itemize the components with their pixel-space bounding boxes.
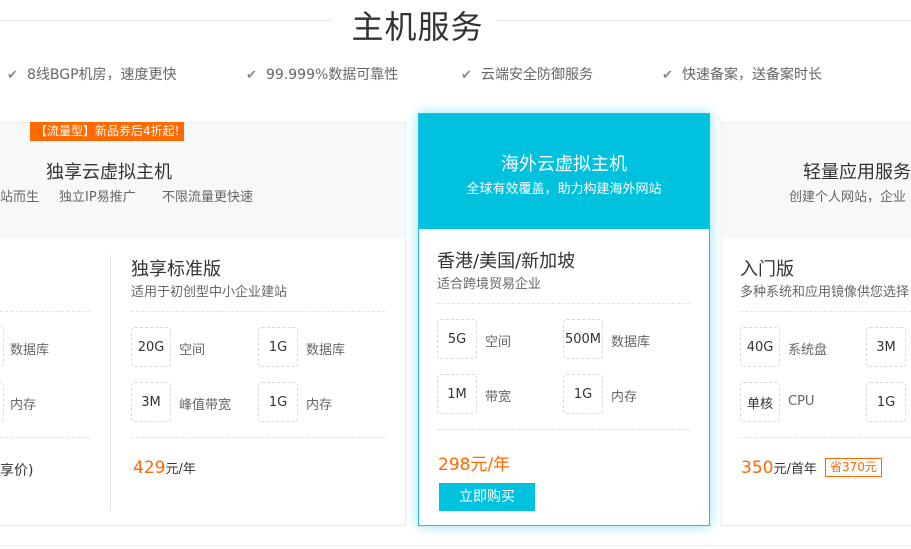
spec-value-box: 40G — [740, 327, 780, 367]
spec-value-box: 3M — [866, 327, 906, 367]
price-note: 享价) — [0, 463, 34, 479]
spec-label: 数据库 — [611, 335, 651, 350]
spec-label: 内存 — [611, 390, 638, 405]
buy-now-button[interactable]: 立即购买 — [439, 483, 535, 511]
spec-label: 峰值带宽 — [179, 398, 232, 413]
card-subtitle: 创建个人网站，企业 — [789, 190, 907, 205]
page-title: 主机服务 — [351, 8, 484, 46]
feature-text: 云端安全防御服务 — [481, 67, 593, 83]
spec-label: CPU — [788, 394, 815, 409]
card-subtitle: 全球有效覆盖，助力构建海外网站 — [466, 182, 662, 197]
feature-text: 8线BGP机房，速度更快 — [27, 67, 177, 83]
divider — [131, 311, 385, 312]
card-title: 海外云虚拟主机 — [501, 154, 627, 175]
divider — [0, 437, 90, 438]
price-amount: 298 — [438, 455, 471, 475]
price-amount: 429 — [133, 458, 166, 478]
spec-box — [0, 327, 4, 367]
plan-name: 入门版 — [740, 259, 794, 280]
spec-value-box: 1G — [866, 382, 906, 422]
spec-label: 数据库 — [306, 343, 346, 358]
plan-price: 429元/年 — [133, 458, 196, 478]
spec-label: 内存 — [10, 398, 37, 413]
spec-label: 空间 — [179, 343, 206, 358]
card-subtitle-part: 站而生 — [0, 190, 40, 205]
spec-value-box: 单核 — [740, 382, 780, 422]
plan-price: 350元/首年 — [741, 458, 817, 478]
feature-item: ✔ 快速备案，送备案时长 — [662, 64, 822, 84]
price-unit: 元/年 — [470, 455, 511, 475]
divider — [740, 311, 911, 312]
feature-item: ✔ 云端安全防御服务 — [461, 64, 593, 84]
plan-price: 298元/年 — [438, 450, 510, 475]
spec-value-box: 20G — [131, 327, 171, 367]
feature-item: ✔ 8线BGP机房，速度更快 — [7, 64, 177, 84]
plan-desc: 多种系统和应用镜像供您选择 — [740, 285, 910, 300]
divider — [437, 429, 690, 430]
check-icon: ✔ — [7, 68, 18, 83]
check-icon: ✔ — [461, 68, 472, 83]
price-unit: 元/年 — [165, 462, 196, 477]
check-icon: ✔ — [662, 68, 673, 83]
check-icon: ✔ — [246, 68, 257, 83]
spec-value-box: 1M — [437, 374, 477, 414]
price-unit: 元/首年 — [773, 462, 817, 477]
card-subtitle-part: 独立IP易推广 — [59, 190, 136, 205]
spec-value-box: 3M — [131, 382, 171, 422]
plan-desc: 适用于初创型中小企业建站 — [131, 285, 288, 300]
plan-name: 独享标准版 — [131, 259, 221, 280]
feature-text: 99.999%数据可靠性 — [266, 67, 399, 83]
column-divider — [110, 255, 111, 511]
divider — [437, 303, 690, 304]
card-subtitle-part: 不限流量更快速 — [162, 190, 254, 205]
spec-value-box: 1G — [258, 327, 298, 367]
spec-value-box: 5G — [437, 319, 477, 359]
divider — [0, 311, 90, 312]
feature-item: ✔ 99.999%数据可靠性 — [246, 64, 398, 84]
spec-label: 系统盘 — [788, 343, 828, 358]
spec-label: 带宽 — [485, 390, 512, 405]
card-title: 轻量应用服务 — [803, 162, 911, 183]
promo-badge: 【流量型】新品券后4折起! — [30, 122, 185, 141]
spec-box — [0, 382, 4, 422]
spec-label: 空间 — [485, 335, 512, 350]
plan-name: 香港/美国/新加坡 — [437, 251, 576, 272]
save-badge: 省370元 — [825, 458, 882, 477]
spec-label: 内存 — [306, 398, 333, 413]
spec-value-box: 1G — [563, 374, 603, 414]
price-amount: 350 — [741, 458, 774, 478]
divider — [740, 437, 911, 438]
feature-text: 快速备案，送备案时长 — [682, 67, 822, 83]
divider — [131, 437, 385, 438]
spec-value-box: 1G — [258, 382, 298, 422]
spec-value-box: 500M — [563, 319, 603, 359]
spec-label: 数据库 — [10, 343, 50, 358]
section-bottom-divider — [0, 545, 911, 546]
card-title: 独享云虚拟主机 — [46, 162, 172, 183]
plan-desc: 适合跨境贸易企业 — [437, 277, 542, 292]
